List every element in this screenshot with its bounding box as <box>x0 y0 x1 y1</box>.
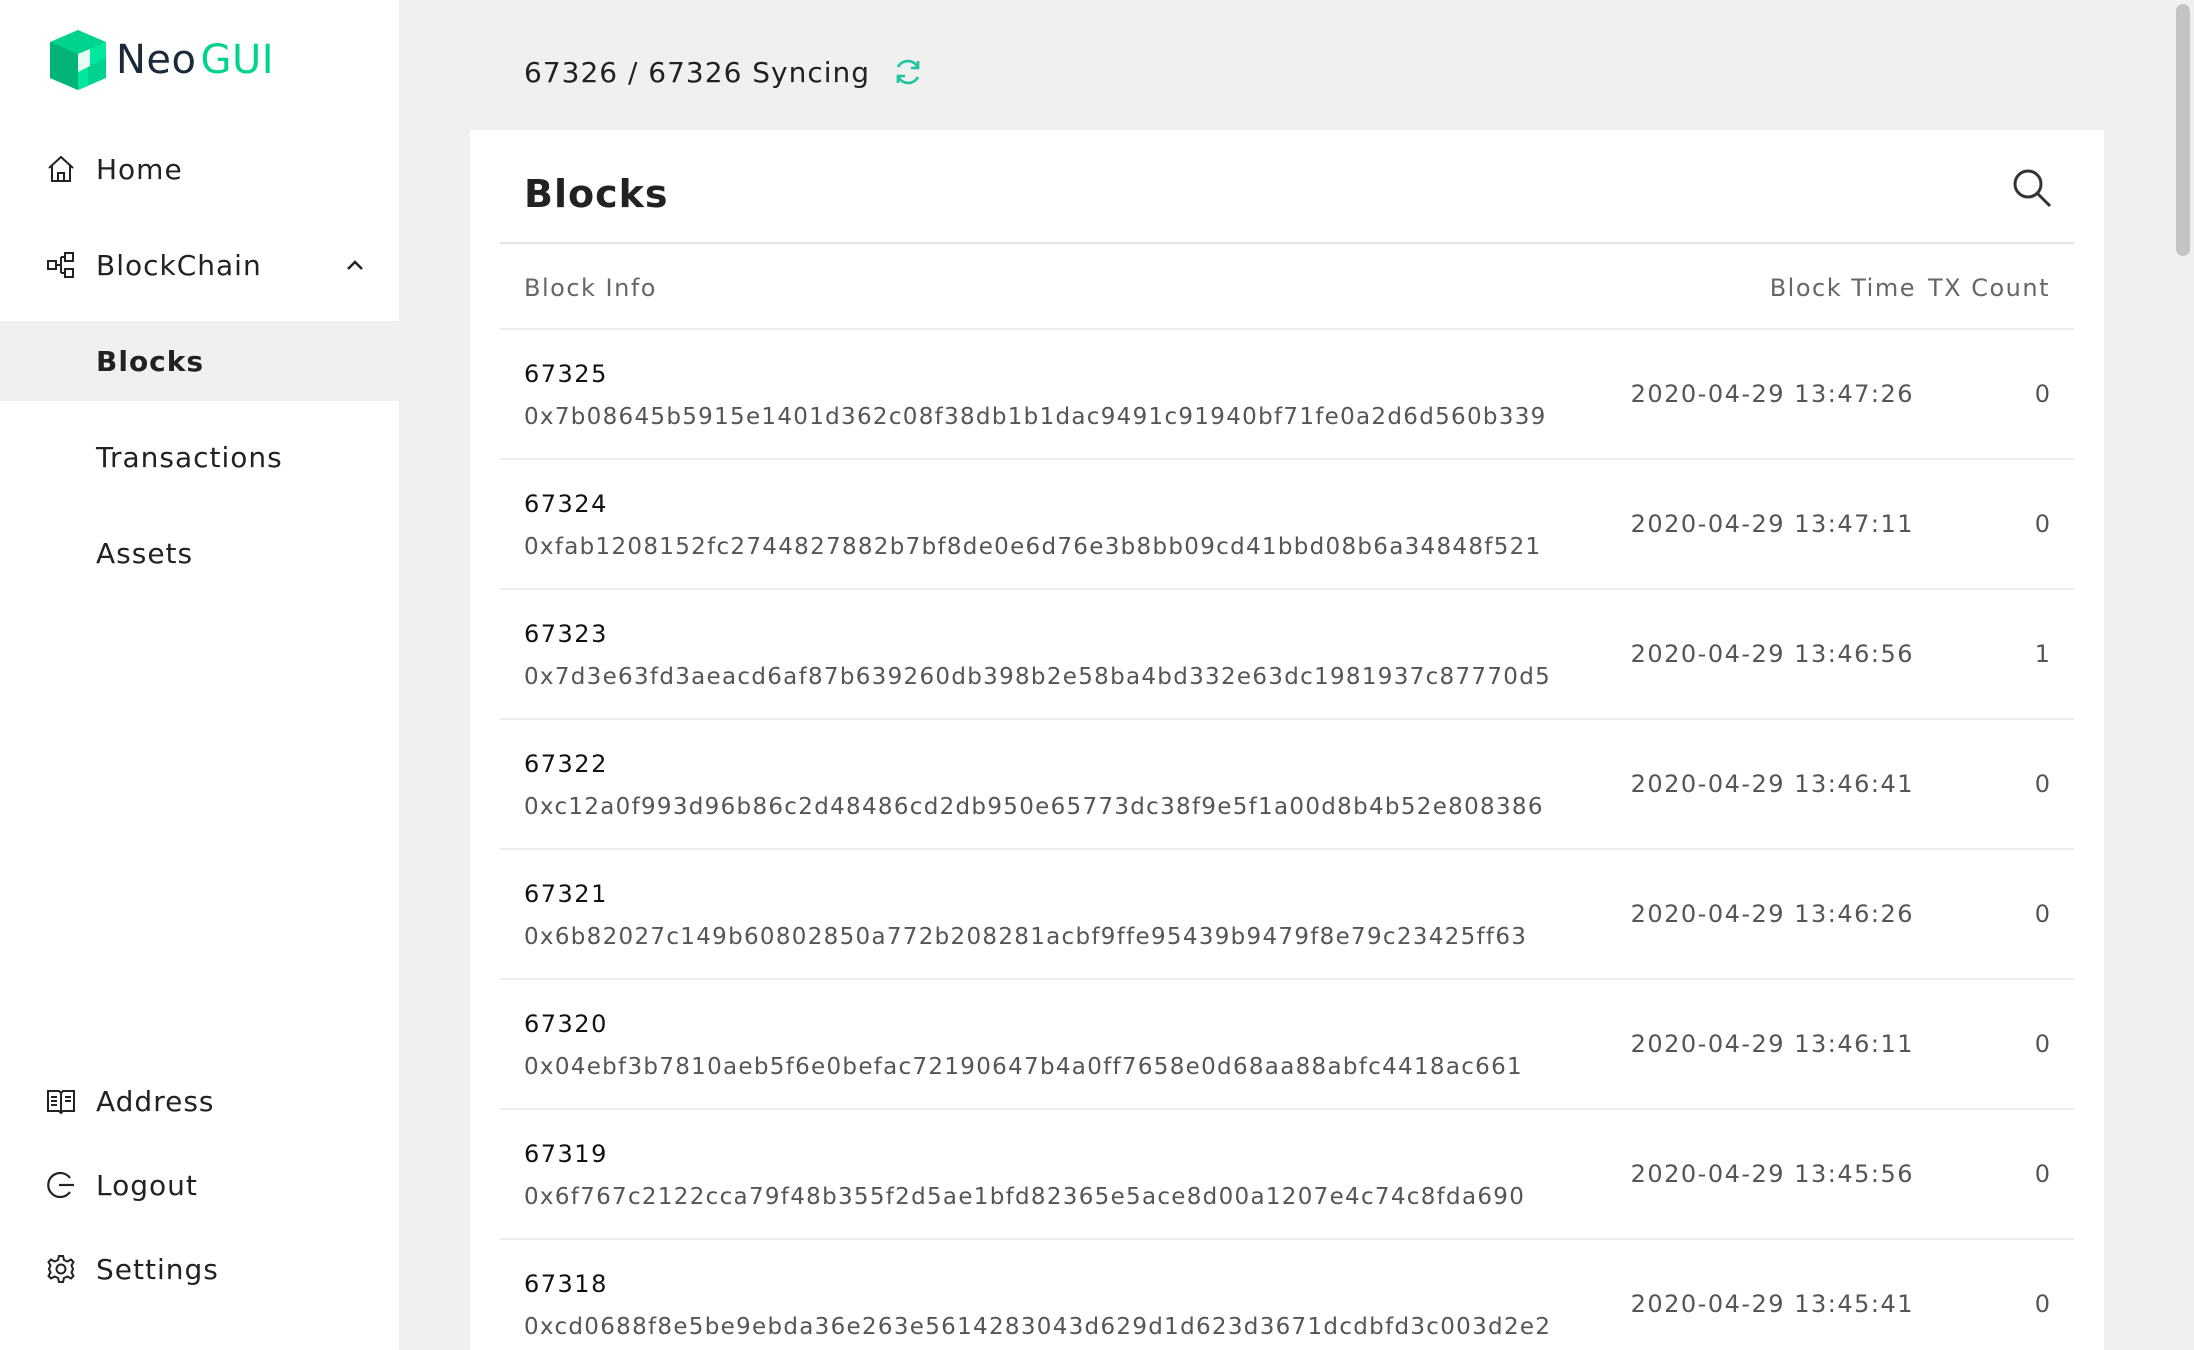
sidebar-item-settings[interactable]: Settings <box>0 1229 399 1309</box>
tx-count: 0 <box>2034 1030 2050 1058</box>
table-row[interactable]: 67324 0xfab1208152fc2744827882b7bf8de0e6… <box>500 460 2074 590</box>
tx-count: 0 <box>2034 770 2050 798</box>
block-hash: 0xc12a0f993d96b86c2d48486cd2db950e65773d… <box>524 794 1544 820</box>
logo-neo-text: Neo <box>116 37 197 83</box>
table-row[interactable]: 67321 0x6b82027c149b60802850a772b208281a… <box>500 850 2074 980</box>
table-row[interactable]: 67320 0x04ebf3b7810aeb5f6e0befac72190647… <box>500 980 2074 1110</box>
tx-count: 1 <box>2034 640 2050 668</box>
block-time: 2020-04-29 13:45:41 <box>1630 1290 1914 1318</box>
block-hash: 0x6b82027c149b60802850a772b208281acbf9ff… <box>524 924 1528 950</box>
block-index: 67325 <box>524 360 608 388</box>
address-book-icon <box>47 1090 75 1115</box>
neo-gui-window: Neo GUI Home BlockChain Blocks Transactio… <box>0 0 2194 1350</box>
vertical-scrollbar[interactable] <box>2172 0 2194 1350</box>
blocks-table-body: 67325 0x7b08645b5915e1401d362c08f38db1b1… <box>500 330 2074 1350</box>
sidebar-item-label: Assets <box>96 536 194 570</box>
sidebar-item-transactions[interactable]: Transactions <box>0 417 399 497</box>
sidebar-item-home[interactable]: Home <box>0 129 399 209</box>
block-time: 2020-04-29 13:46:11 <box>1630 1030 1914 1058</box>
block-index: 67320 <box>524 1010 608 1038</box>
sync-status-text: 67326 / 67326 Syncing <box>524 55 871 89</box>
scrollbar-thumb[interactable] <box>2176 4 2190 256</box>
sync-status: 67326 / 67326 Syncing <box>524 52 924 92</box>
search-icon[interactable] <box>2010 166 2054 210</box>
sync-icon[interactable] <box>892 56 924 88</box>
home-icon <box>48 155 74 182</box>
sidebar: Neo GUI Home BlockChain Blocks Transactio… <box>0 0 399 1350</box>
neo-gui-logo[interactable]: Neo GUI <box>48 28 274 92</box>
table-row[interactable]: 67322 0xc12a0f993d96b86c2d48486cd2db950e… <box>500 720 2074 850</box>
block-index: 67324 <box>524 490 608 518</box>
sidebar-item-logout[interactable]: Logout <box>0 1145 399 1225</box>
sidebar-item-label: Blocks <box>96 344 205 378</box>
logo-text: Neo GUI <box>116 37 274 83</box>
block-hash: 0x04ebf3b7810aeb5f6e0befac72190647b4a0ff… <box>524 1054 1523 1080</box>
blocks-card: Blocks Block Info Block Time TX Count 67… <box>470 130 2104 1350</box>
table-row[interactable]: 67325 0x7b08645b5915e1401d362c08f38db1b1… <box>500 330 2074 460</box>
tx-count: 0 <box>2034 900 2050 928</box>
tx-count: 0 <box>2034 1160 2050 1188</box>
block-time: 2020-04-29 13:46:41 <box>1630 770 1914 798</box>
sidebar-item-label: Home <box>96 152 183 186</box>
tx-count: 0 <box>2034 510 2050 538</box>
block-index: 67321 <box>524 880 608 908</box>
sidebar-item-label: Logout <box>96 1168 198 1202</box>
column-header-tx-count: TX Count <box>1927 274 2050 302</box>
block-time: 2020-04-29 13:47:11 <box>1630 510 1914 538</box>
block-hash: 0xfab1208152fc2744827882b7bf8de0e6d76e3b… <box>524 534 1542 560</box>
block-time: 2020-04-29 13:45:56 <box>1630 1160 1914 1188</box>
block-hash: 0x6f767c2122cca79f48b355f2d5ae1bfd82365e… <box>524 1184 1526 1210</box>
sidebar-item-assets[interactable]: Assets <box>0 513 399 593</box>
chevron-up-icon[interactable] <box>344 254 366 276</box>
page-title: Blocks <box>524 172 669 216</box>
block-index: 67322 <box>524 750 608 778</box>
sidebar-item-blockchain[interactable]: BlockChain <box>0 225 399 305</box>
sidebar-item-label: BlockChain <box>96 248 262 282</box>
block-time: 2020-04-29 13:46:56 <box>1630 640 1914 668</box>
logout-icon <box>47 1171 74 1199</box>
block-time: 2020-04-29 13:46:26 <box>1630 900 1914 928</box>
table-row[interactable]: 67319 0x6f767c2122cca79f48b355f2d5ae1bfd… <box>500 1110 2074 1240</box>
gear-icon <box>47 1255 75 1283</box>
sidebar-item-label: Address <box>96 1084 215 1118</box>
column-header-block-info: Block Info <box>524 274 657 302</box>
block-time: 2020-04-29 13:47:26 <box>1630 380 1914 408</box>
neo-logo-icon <box>50 30 106 90</box>
blockchain-icon <box>47 252 74 278</box>
logo-gui-text: GUI <box>200 37 275 83</box>
block-index: 67318 <box>524 1270 608 1298</box>
tx-count: 0 <box>2034 380 2050 408</box>
block-index: 67319 <box>524 1140 608 1168</box>
block-hash: 0xcd0688f8e5be9ebda36e263e5614283043d629… <box>524 1314 1552 1340</box>
table-row[interactable]: 67318 0xcd0688f8e5be9ebda36e263e56142830… <box>500 1240 2074 1350</box>
sidebar-item-label: Settings <box>96 1252 219 1286</box>
table-row[interactable]: 67323 0x7d3e63fd3aeacd6af87b639260db398b… <box>500 590 2074 720</box>
tx-count: 0 <box>2034 1290 2050 1318</box>
block-hash: 0x7d3e63fd3aeacd6af87b639260db398b2e58ba… <box>524 664 1552 690</box>
sidebar-item-blocks[interactable]: Blocks <box>0 321 399 401</box>
block-hash: 0x7b08645b5915e1401d362c08f38db1b1dac949… <box>524 404 1547 430</box>
column-header-block-time: Block Time <box>1769 274 1916 302</box>
block-index: 67323 <box>524 620 608 648</box>
table-header: Block Info Block Time TX Count <box>500 244 2074 330</box>
sidebar-item-label: Transactions <box>96 440 283 474</box>
sidebar-item-address[interactable]: Address <box>0 1061 399 1141</box>
